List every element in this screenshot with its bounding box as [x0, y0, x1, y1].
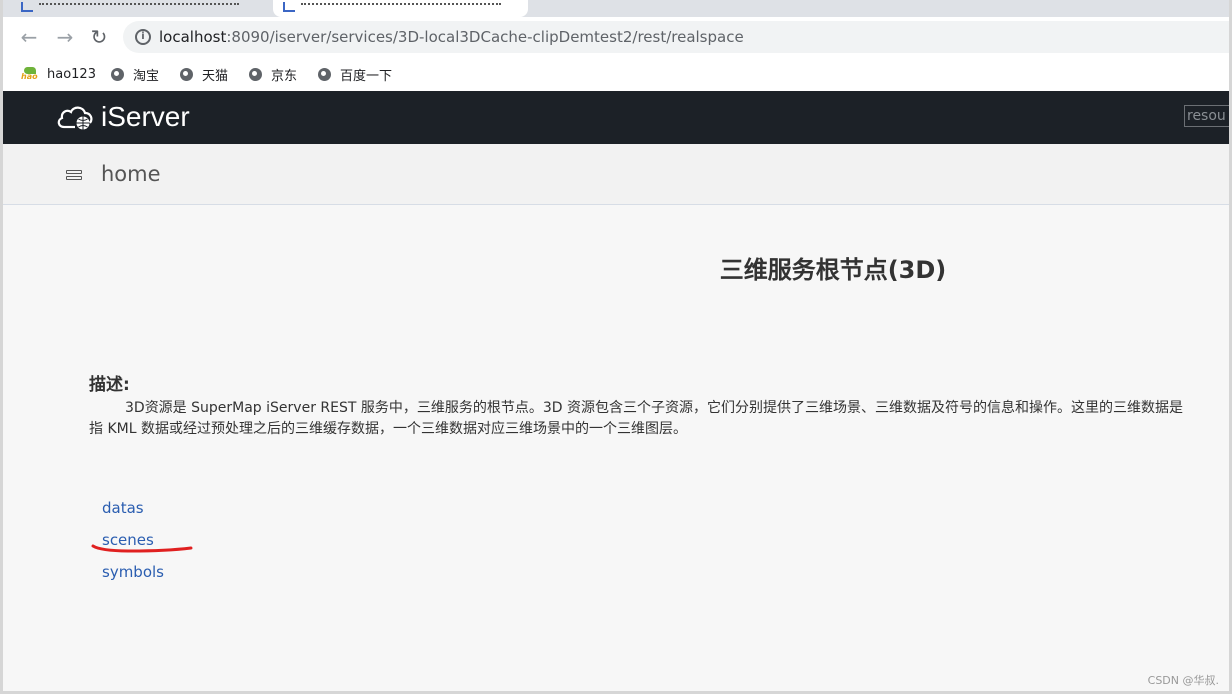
page-title: 三维服务根节点(3D) — [719, 256, 947, 284]
watermark: CSDN @华叔. — [1147, 674, 1219, 687]
globe-icon — [249, 67, 262, 81]
iserver-logo[interactable]: iServer — [55, 101, 190, 133]
bookmark-label: 百度一下 — [340, 68, 393, 84]
cloud-globe-icon — [55, 103, 95, 131]
address-bar[interactable]: i localhost:8090/iserver/services/3D-loc… — [123, 21, 1229, 53]
browser-tab[interactable] — [11, 0, 266, 17]
bookmark-jd[interactable]: 京东 — [249, 64, 297, 84]
logo-text: iServer — [101, 101, 190, 132]
hao123-icon: hao — [21, 67, 39, 81]
url-path: :8090/iserver/services/3D-local3DCache-c… — [226, 28, 744, 46]
bookmark-label: 京东 — [271, 68, 298, 84]
url-text[interactable]: localhost:8090/iserver/services/3D-local… — [159, 27, 744, 47]
bookmark-baidu[interactable]: 百度一下 — [318, 64, 392, 84]
bookmark-label: 天猫 — [202, 68, 229, 84]
reload-icon[interactable]: ↻ — [87, 25, 111, 49]
globe-icon — [111, 67, 124, 81]
screenshot-frame: ← → ↻ i localhost:8090/iserver/services/… — [0, 0, 1232, 694]
resource-links: datas scenes symbols — [102, 492, 164, 588]
info-icon[interactable]: i — [135, 29, 151, 45]
forward-arrow-icon[interactable]: → — [53, 25, 77, 49]
back-arrow-icon[interactable]: ← — [17, 25, 41, 49]
tab-title — [39, 3, 239, 9]
tab-favicon-icon — [283, 2, 295, 12]
bookmark-taobao[interactable]: 淘宝 — [111, 64, 159, 84]
resource-search-input[interactable] — [1184, 105, 1229, 127]
bookmark-label: 淘宝 — [133, 68, 160, 84]
page-content: iServer home 三维服务根节点(3D) 描述: 3D资源是 Super… — [3, 91, 1229, 691]
tab-strip — [3, 0, 1229, 17]
tab-title — [301, 3, 501, 9]
description-text: 3D资源是 SuperMap iServer REST 服务中，三维服务的根节点… — [89, 400, 1183, 437]
toolbar: ← → ↻ i localhost:8090/iserver/services/… — [3, 17, 1229, 57]
iserver-header: iServer — [3, 91, 1229, 144]
link-datas[interactable]: datas — [102, 492, 164, 524]
breadcrumb-home[interactable]: home — [101, 160, 161, 188]
globe-icon — [180, 67, 193, 81]
description-label: 描述: — [89, 375, 130, 395]
globe-icon — [318, 67, 331, 81]
bookmarks-bar: hao hao123 淘宝 天猫 京东 百度一下 — [3, 57, 1229, 91]
server-icon — [66, 169, 82, 183]
link-symbols[interactable]: symbols — [102, 556, 164, 588]
bookmark-label: hao123 — [47, 66, 96, 82]
tab-favicon-icon — [21, 2, 33, 12]
bookmark-hao123[interactable]: hao hao123 — [21, 64, 96, 84]
url-host: localhost — [159, 28, 227, 46]
bookmark-tmall[interactable]: 天猫 — [180, 64, 228, 84]
browser-tab-active[interactable] — [273, 0, 528, 17]
red-underline-annotation — [91, 544, 193, 553]
breadcrumb: home — [3, 144, 1229, 205]
